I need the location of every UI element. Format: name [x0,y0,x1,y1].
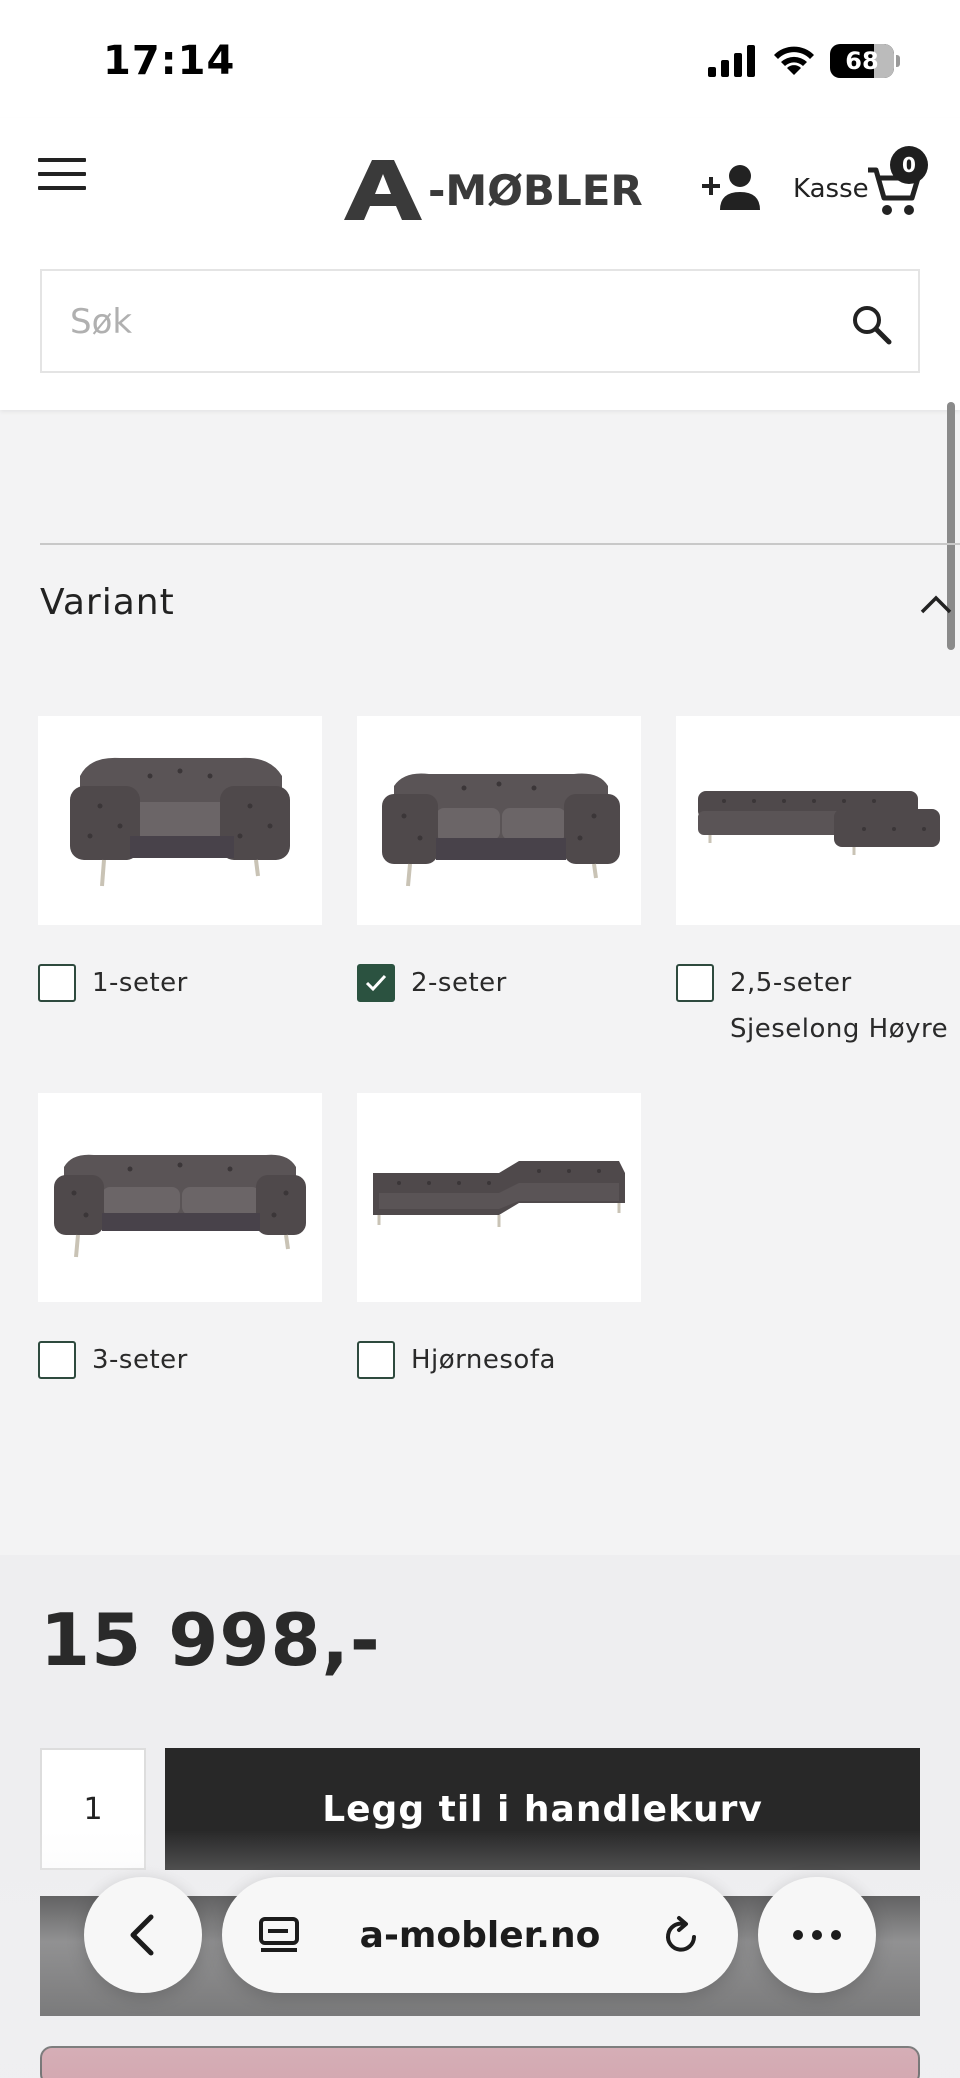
battery-icon: 68 [830,44,900,78]
variant-option-2[interactable]: 2-seter [357,964,507,1006]
variant-card-2-5-seter-sjeselong[interactable] [676,716,960,925]
cart-count-badge: 0 [890,146,928,184]
status-icons: 68 [708,44,900,78]
variant-option-4[interactable]: 3-seter [38,1341,188,1383]
reload-icon[interactable] [660,1915,702,1957]
variant-option-3[interactable]: 2,5-seter Sjeselong Høyre [676,964,960,1052]
variant-label[interactable]: 2,5-seter Sjeselong Høyre [730,960,960,1052]
back-icon [130,1914,154,1956]
back-button[interactable] [84,1877,202,1993]
variant-label[interactable]: 2-seter [411,960,507,1006]
tabs-icon[interactable] [258,1915,300,1957]
variant-checkbox-hjornesofa[interactable] [357,1341,395,1379]
variant-image-2-seat-sofa[interactable] [357,716,641,925]
hamburger-menu-icon[interactable] [38,158,86,194]
checkmark-icon [365,974,387,992]
more-button[interactable] [758,1877,876,1993]
variant-image-chaise-sofa[interactable] [676,716,960,925]
status-bar: 17:14 68 [0,0,960,118]
add-account-icon[interactable] [702,162,762,212]
site-logo[interactable]: -MØBLER [344,160,643,220]
variant-image-armchair[interactable] [38,716,322,925]
address-bar[interactable]: a-mobler.no [222,1877,738,1993]
variant-label[interactable]: Hjørnesofa [411,1337,556,1383]
battery-level: 68 [845,47,879,75]
more-icon [793,1930,841,1940]
logo-a-mark [344,160,422,220]
variant-checkbox-2-5-seter-sjeselong[interactable] [676,964,714,1002]
variant-checkbox-1-seter[interactable] [38,964,76,1002]
variant-card-2-seter[interactable] [357,716,641,925]
variant-label[interactable]: 1-seter [92,960,188,1006]
variant-label[interactable]: 3-seter [92,1337,188,1383]
variant-image-3-seat-sofa[interactable] [38,1093,322,1302]
search-icon[interactable] [850,303,892,345]
product-price: 15 998,- [40,1598,381,1682]
variant-card-3-seter[interactable] [38,1093,322,1302]
variant-checkbox-2-seter[interactable] [357,964,395,1002]
variant-option-5[interactable]: Hjørnesofa [357,1341,556,1383]
search-box [40,269,920,373]
variant-card-hjornesofa[interactable] [357,1093,641,1302]
variant-checkbox-3-seter[interactable] [38,1341,76,1379]
url-text[interactable]: a-mobler.no [360,1915,601,1956]
search-input[interactable] [70,297,830,347]
section-divider [40,543,960,545]
variant-card-1-seter[interactable] [38,716,322,925]
variant-image-corner-sofa[interactable] [357,1093,641,1302]
chevron-up-icon[interactable] [918,586,954,622]
status-time: 17:14 [103,38,236,84]
site-header: -MØBLER Kasse 0 [0,118,960,410]
checkout-label[interactable]: Kasse [793,174,869,204]
logo-text: -MØBLER [428,165,643,215]
variant-option-1[interactable]: 1-seter [38,964,188,1006]
cellular-signal-icon [708,45,755,77]
variant-section-title[interactable]: Variant [40,582,175,623]
wifi-icon [774,46,814,75]
